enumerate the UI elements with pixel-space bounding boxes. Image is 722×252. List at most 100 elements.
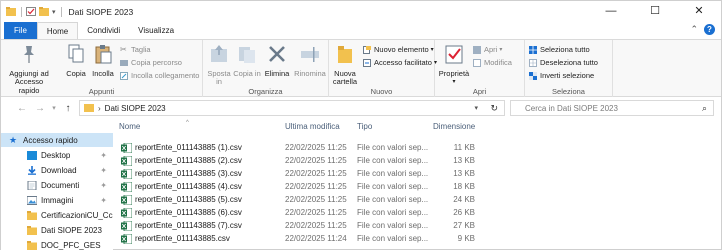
refresh-icon[interactable]: ↻ bbox=[490, 103, 498, 114]
paste-button[interactable]: Incolla bbox=[89, 43, 117, 78]
nav-item-quick-access[interactable]: ★ Accesso rapido bbox=[1, 133, 113, 147]
table-row[interactable]: reportEnte_011143885.csv 22/02/2025 11:2… bbox=[113, 232, 553, 245]
close-button[interactable]: ✕ bbox=[677, 1, 721, 22]
column-header-type[interactable]: Tipo bbox=[357, 122, 372, 136]
back-arrow-icon[interactable]: ← bbox=[15, 103, 29, 114]
table-row[interactable]: reportEnte_011143885 (5).csv 22/02/2025 … bbox=[113, 193, 553, 206]
pinned-icon[interactable]: ✦ bbox=[100, 151, 107, 160]
select-all-label: Seleziona tutto bbox=[540, 45, 590, 54]
select-none-icon bbox=[529, 58, 537, 67]
table-row[interactable]: reportEnte_011143885 (4).csv 22/02/2025 … bbox=[113, 180, 553, 193]
folder-icon bbox=[27, 240, 37, 250]
new-group-label: Nuovo bbox=[370, 87, 393, 96]
select-none-button[interactable]: Deseleziona tutto bbox=[529, 58, 598, 67]
excel-csv-icon bbox=[121, 168, 132, 179]
open-group-label: Apri bbox=[472, 87, 487, 96]
nav-item-pictures[interactable]: Immagini ✦ bbox=[1, 193, 113, 207]
rename-label: Rinomina bbox=[294, 68, 326, 78]
breadcrumb-current[interactable]: Dati SIOPE 2023 bbox=[105, 104, 166, 113]
minimize-button[interactable]: — bbox=[589, 1, 633, 22]
nav-item-label: Dati SIOPE 2023 bbox=[41, 225, 102, 235]
sort-ascending-icon: ^ bbox=[186, 120, 189, 126]
copy-to-label: Copia in bbox=[233, 68, 261, 78]
open-button[interactable]: Apri ▾ bbox=[473, 45, 502, 54]
cut-button[interactable]: ✂ Taglia bbox=[120, 45, 151, 54]
maximize-button[interactable]: ☐ bbox=[633, 1, 677, 22]
properties-label: Proprietà bbox=[438, 68, 470, 78]
ribbon-group-new: Nuova cartella Nuovo elemento ▾ Accesso … bbox=[329, 40, 437, 98]
up-arrow-icon[interactable]: ↑ bbox=[61, 103, 75, 114]
nav-item-label: DOC_PFC_GES bbox=[41, 240, 101, 250]
table-row[interactable]: reportEnte_011143885 (7).csv 22/02/2025 … bbox=[113, 219, 553, 232]
address-bar[interactable]: › Dati SIOPE 2023 ▾ ↻ bbox=[79, 100, 505, 116]
edit-icon bbox=[473, 58, 481, 67]
forward-arrow-icon[interactable]: → bbox=[33, 103, 47, 114]
column-header-name-label: Nome bbox=[119, 122, 141, 131]
rename-icon bbox=[301, 47, 319, 62]
recent-locations-chevron-icon[interactable]: ▾ bbox=[47, 104, 61, 112]
chevron-down-icon: ▾ bbox=[430, 47, 434, 53]
paste-shortcut-button[interactable]: Incolla collegamento bbox=[120, 71, 199, 80]
nav-item-dati-siope[interactable]: Dati SIOPE 2023 bbox=[1, 223, 113, 237]
search-icon[interactable]: ⌕ bbox=[702, 103, 707, 114]
pinned-icon[interactable]: ✦ bbox=[100, 196, 107, 205]
table-row[interactable]: reportEnte_011143885 (6).csv 22/02/2025 … bbox=[113, 206, 553, 219]
quick-access-toolbar: ▾ bbox=[6, 6, 66, 17]
file-modified: 22/02/2025 11:25 bbox=[285, 156, 347, 165]
file-name: reportEnte_011143885 (1).csv bbox=[135, 143, 242, 152]
copy-label: Copia bbox=[66, 68, 86, 78]
pinned-icon[interactable]: ✦ bbox=[100, 166, 107, 175]
file-type: File con valori sep... bbox=[357, 195, 429, 204]
select-all-button[interactable]: Seleziona tutto bbox=[529, 45, 590, 54]
easy-access-button[interactable]: Accesso facilitato ▾ bbox=[363, 58, 437, 67]
breadcrumb-separator-icon[interactable]: › bbox=[98, 104, 101, 113]
table-row[interactable]: reportEnte_011143885 (3).csv 22/02/2025 … bbox=[113, 167, 553, 180]
nav-item-certificazioni[interactable]: CertificazioniCU_Cc bbox=[1, 208, 113, 222]
tab-home[interactable]: Home bbox=[36, 22, 79, 39]
address-history-chevron-icon[interactable]: ▾ bbox=[474, 104, 478, 112]
move-to-button[interactable]: Sposta in bbox=[205, 43, 233, 87]
nav-item-documents[interactable]: Documenti ✦ bbox=[1, 178, 113, 192]
column-header-name[interactable]: ^ Nome bbox=[119, 120, 189, 136]
table-row[interactable]: reportEnte_011143885 (1).csv 22/02/2025 … bbox=[113, 141, 553, 154]
rename-button[interactable]: Rinomina bbox=[293, 43, 327, 78]
tab-share[interactable]: Condividi bbox=[78, 22, 129, 39]
file-modified: 22/02/2025 11:24 bbox=[285, 234, 347, 243]
paste-shortcut-icon bbox=[120, 71, 128, 80]
open-icon bbox=[473, 45, 481, 54]
file-modified: 22/02/2025 11:25 bbox=[285, 208, 347, 217]
delete-button[interactable]: Elimina bbox=[263, 43, 291, 78]
chevron-down-icon: ▾ bbox=[452, 79, 456, 85]
invert-selection-button[interactable]: Inverti selezione bbox=[529, 71, 594, 80]
properties-quick-icon[interactable] bbox=[26, 7, 36, 16]
properties-button[interactable]: Proprietà ▾ bbox=[437, 43, 471, 87]
customize-toolbar-chevron-icon[interactable]: ▾ bbox=[52, 8, 56, 16]
excel-csv-icon bbox=[121, 155, 132, 166]
new-folder-button[interactable]: Nuova cartella bbox=[331, 43, 359, 87]
file-size: 18 KB bbox=[453, 182, 475, 191]
file-size: 24 KB bbox=[453, 195, 475, 204]
column-header-modified[interactable]: Ultima modifica bbox=[285, 122, 340, 136]
table-row[interactable]: reportEnte_011143885 (2).csv 22/02/2025 … bbox=[113, 154, 553, 167]
nav-item-desktop[interactable]: Desktop ✦ bbox=[1, 148, 113, 162]
navigation-bar: ← → ▾ ↑ › Dati SIOPE 2023 ▾ ↻ Cerca in D… bbox=[1, 97, 721, 119]
new-item-button[interactable]: Nuovo elemento ▾ bbox=[363, 45, 434, 54]
pinned-icon[interactable]: ✦ bbox=[100, 181, 107, 190]
collapse-ribbon-chevron-icon[interactable]: ⌃ bbox=[690, 24, 698, 35]
copy-to-button[interactable]: Copia in bbox=[233, 43, 261, 78]
file-type: File con valori sep... bbox=[357, 169, 429, 178]
copy-path-button[interactable]: Copia percorso bbox=[120, 58, 182, 67]
copy-button[interactable]: Copia bbox=[63, 43, 89, 78]
tab-view[interactable]: Visualizza bbox=[129, 22, 183, 39]
new-folder-quick-icon[interactable] bbox=[39, 7, 49, 16]
scissors-icon: ✂ bbox=[120, 44, 127, 54]
edit-button[interactable]: Modifica bbox=[473, 58, 512, 67]
column-header-size[interactable]: Dimensione bbox=[433, 122, 475, 136]
nav-item-download[interactable]: Download ✦ bbox=[1, 163, 113, 177]
search-input[interactable]: Cerca in Dati SIOPE 2023 ⌕ bbox=[510, 100, 714, 116]
file-list: ^ Nome Ultima modifica Tipo Dimensione r… bbox=[113, 119, 721, 251]
nav-item-label: CertificazioniCU_Cc bbox=[41, 210, 113, 220]
tab-file[interactable]: File bbox=[4, 22, 37, 39]
help-icon[interactable]: ? bbox=[704, 24, 715, 35]
file-size: 9 KB bbox=[457, 234, 475, 243]
